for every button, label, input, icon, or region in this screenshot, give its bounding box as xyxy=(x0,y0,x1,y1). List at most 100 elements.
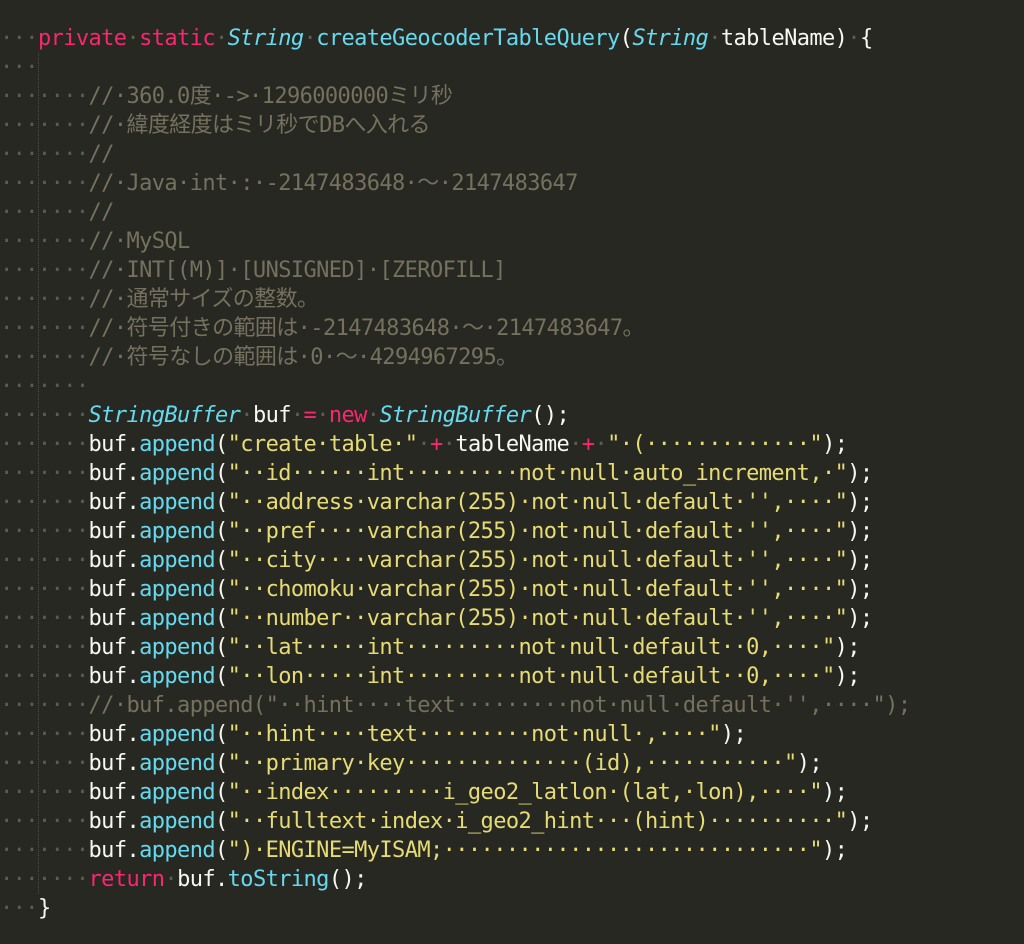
code-token-plain: buf. xyxy=(88,490,140,515)
code-token-string: "··pref····varchar(255)·not·null·default… xyxy=(227,519,848,544)
code-line[interactable]: ·······//·通常サイズの整数。 xyxy=(0,285,1024,314)
code-line[interactable]: ·······//·360.0度·->·1296000000ミリ秒 xyxy=(0,82,1024,111)
code-token-string: ")·ENGINE=MyISAM;·······················… xyxy=(227,838,823,863)
whitespace-marker: · xyxy=(215,26,228,51)
code-token-punct: } xyxy=(37,896,51,921)
code-token-punct: ); xyxy=(847,461,873,486)
whitespace-markers: ······· xyxy=(0,722,89,747)
code-line[interactable]: ·······//·符号付きの範囲は·-2147483648·〜·2147483… xyxy=(0,314,1024,343)
code-line[interactable]: ·······buf.append("··id······int········… xyxy=(0,459,1024,488)
code-token-comment: //·MySQL xyxy=(88,229,191,254)
code-line[interactable]: ···private·static·String·createGeocoderT… xyxy=(0,24,1024,53)
whitespace-markers: ······· xyxy=(0,867,89,892)
whitespace-markers: ······· xyxy=(0,374,89,399)
whitespace-markers: ··· xyxy=(0,55,39,80)
whitespace-markers: ······· xyxy=(0,693,89,718)
whitespace-marker: · xyxy=(569,432,582,457)
whitespace-marker: · xyxy=(126,26,140,51)
code-line[interactable]: ·······//·符号なしの範囲は·0·〜·4294967295。 xyxy=(0,343,1024,372)
code-token-call: createGeocoderTableQuery xyxy=(316,26,620,51)
code-line[interactable]: ·······// xyxy=(0,198,1024,227)
code-token-string: "··fulltext·index·i_geo2_hint···(hint)··… xyxy=(227,809,848,834)
code-token-comment: //·buf.append("··hint····text·········no… xyxy=(88,693,912,718)
code-token-keyword: private xyxy=(37,26,127,51)
code-token-punct: ( xyxy=(215,780,228,805)
whitespace-markers: ······· xyxy=(0,316,89,341)
code-line[interactable]: ·······StringBuffer·buf·=·new·StringBuff… xyxy=(0,401,1024,430)
code-line[interactable]: ·······buf.append("··chomoku·varchar(255… xyxy=(0,575,1024,604)
code-token-call: append xyxy=(139,751,215,776)
code-line[interactable]: ·······//·INT[(M)]·[UNSIGNED]·[ZEROFILL] xyxy=(0,256,1024,285)
code-line[interactable]: ·······buf.append(")·ENGINE=MyISAM;·····… xyxy=(0,836,1024,865)
code-editor[interactable]: ···private·static·String·createGeocoderT… xyxy=(0,24,1024,944)
code-token-keyword: return xyxy=(88,867,165,892)
code-token-punct: ( xyxy=(215,722,228,747)
whitespace-marker: · xyxy=(594,432,608,457)
code-token-comment: // xyxy=(88,142,115,167)
whitespace-markers: ······· xyxy=(0,751,89,776)
whitespace-marker: · xyxy=(316,403,329,428)
code-token-string: "··number··varchar(255)·not·null·default… xyxy=(227,606,848,631)
code-line[interactable]: ·······//·緯度経度はミリ秒でDBへ入れる xyxy=(0,111,1024,140)
whitespace-markers: ······· xyxy=(0,200,89,225)
code-lines: ···private·static·String·createGeocoderT… xyxy=(0,24,1024,923)
whitespace-markers: ······· xyxy=(0,635,89,660)
code-token-plain: buf. xyxy=(88,751,140,776)
code-token-punct: ( xyxy=(215,548,228,573)
code-line[interactable]: ·······buf.append("create·table·"·+·tabl… xyxy=(0,430,1024,459)
whitespace-markers: ······· xyxy=(0,577,89,602)
code-token-plain: buf. xyxy=(88,432,140,457)
code-line[interactable]: ······· xyxy=(0,372,1024,401)
whitespace-markers: ······· xyxy=(0,113,89,138)
code-token-punct: ); xyxy=(821,838,848,863)
code-line[interactable]: ·······//·buf.append("··hint····text····… xyxy=(0,691,1024,720)
code-line[interactable]: ·······//·Java·int·:·-2147483648·〜·21474… xyxy=(0,169,1024,198)
code-token-punct: ( xyxy=(215,461,228,486)
code-token-type: String xyxy=(632,26,709,51)
code-token-punct: ); xyxy=(822,432,848,457)
code-token-call: append xyxy=(139,548,215,573)
code-token-call: append xyxy=(139,664,215,689)
code-token-punct: ( xyxy=(619,26,633,51)
code-line[interactable]: ·······buf.append("··index·········i_geo… xyxy=(0,778,1024,807)
code-line[interactable]: ·······buf.append("··fulltext·index·i_ge… xyxy=(0,807,1024,836)
code-line[interactable]: ·······buf.append("··city····varchar(255… xyxy=(0,546,1024,575)
code-token-string: "··lat·····int·········not·null·default·… xyxy=(227,635,836,660)
whitespace-marker: · xyxy=(366,403,380,428)
code-token-call: append xyxy=(139,490,215,515)
code-line[interactable]: ···} xyxy=(0,894,1024,923)
code-line[interactable]: ·······buf.append("··hint····text·······… xyxy=(0,720,1024,749)
code-line[interactable]: ·······buf.append("··pref····varchar(255… xyxy=(0,517,1024,546)
whitespace-markers: ······· xyxy=(0,287,89,312)
code-token-string: "··id······int·········not·null·auto_inc… xyxy=(227,461,848,486)
code-line[interactable]: ·······return·buf.toString(); xyxy=(0,865,1024,894)
code-line[interactable]: ·······//·MySQL xyxy=(0,227,1024,256)
code-token-call: append xyxy=(139,577,215,602)
code-token-punct: ( xyxy=(215,432,228,457)
code-token-string: "··hint····text·········not·null·,····" xyxy=(227,722,722,747)
code-token-call: append xyxy=(139,722,215,747)
code-line[interactable]: ··· xyxy=(0,53,1024,82)
code-token-type: StringBuffer xyxy=(379,403,532,428)
whitespace-markers: ······· xyxy=(0,606,89,631)
code-token-punct: { xyxy=(859,26,873,51)
code-line[interactable]: ·······buf.append("··address·varchar(255… xyxy=(0,488,1024,517)
code-token-punct: ( xyxy=(215,635,228,660)
code-line[interactable]: ·······buf.append("··lon·····int········… xyxy=(0,662,1024,691)
code-line[interactable]: ·······buf.append("··primary·key········… xyxy=(0,749,1024,778)
code-token-punct: ); xyxy=(847,809,873,834)
code-token-plain: buf. xyxy=(88,548,140,573)
whitespace-markers: ······· xyxy=(0,84,89,109)
whitespace-markers: ······· xyxy=(0,809,89,834)
code-token-plain: buf. xyxy=(88,577,140,602)
code-line[interactable]: ·······// xyxy=(0,140,1024,169)
whitespace-markers: ······· xyxy=(0,519,89,544)
code-line[interactable]: ·······buf.append("··lat·····int········… xyxy=(0,633,1024,662)
code-token-punct: ); xyxy=(847,606,873,631)
code-token-keyword: static xyxy=(139,26,215,51)
code-token-plain: buf. xyxy=(88,664,140,689)
code-line[interactable]: ·······buf.append("··number··varchar(255… xyxy=(0,604,1024,633)
code-token-plain: buf. xyxy=(88,606,140,631)
code-token-string: "··chomoku·varchar(255)·not·null·default… xyxy=(227,577,848,602)
whitespace-markers: ······· xyxy=(0,461,89,486)
